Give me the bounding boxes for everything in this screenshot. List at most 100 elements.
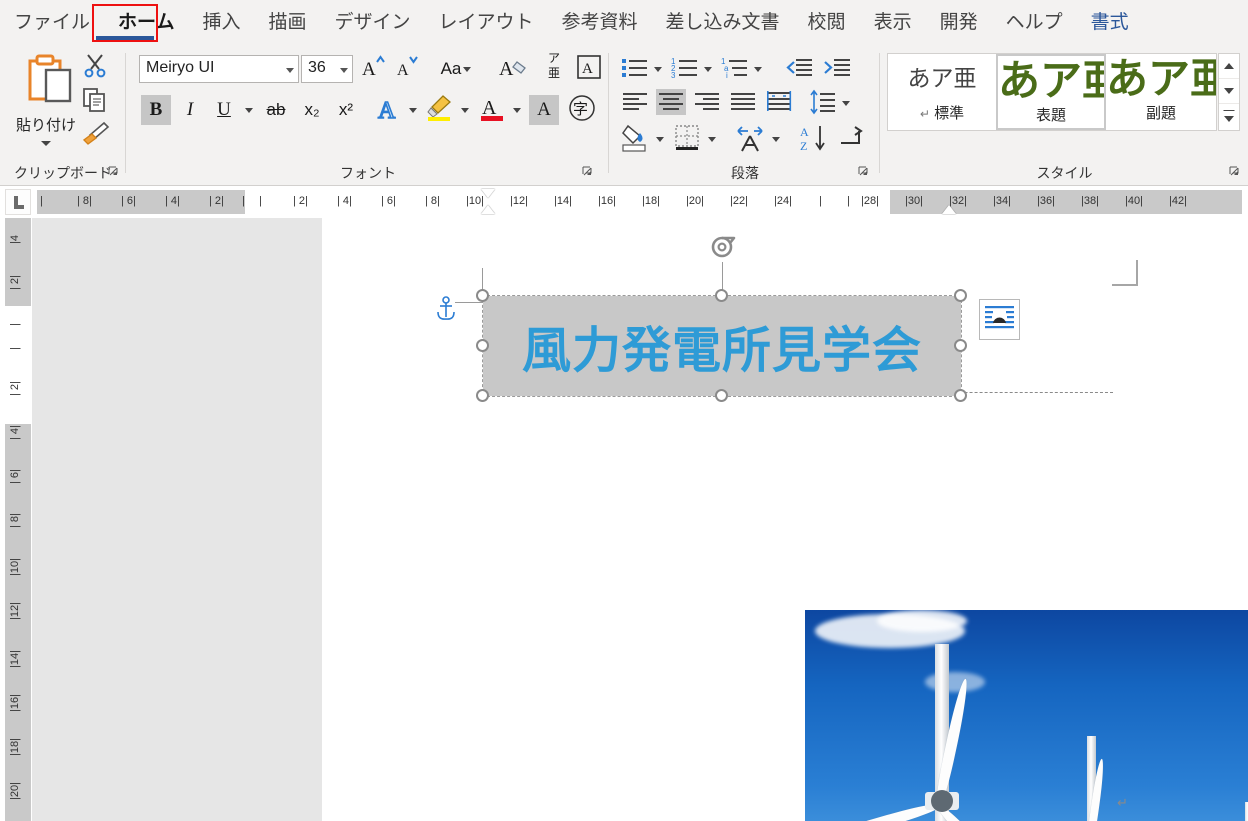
wordart-text[interactable]: 風力発電所見学会 xyxy=(483,296,961,396)
hanging-indent-marker[interactable] xyxy=(481,205,495,214)
align-left-button[interactable] xyxy=(620,89,650,115)
tab-draw[interactable]: 描画 xyxy=(254,0,320,45)
justify-button[interactable] xyxy=(728,89,758,115)
subscript-button[interactable]: x₂ xyxy=(297,95,327,125)
underline-button[interactable]: U xyxy=(209,95,239,125)
character-shading-button[interactable]: A xyxy=(529,95,559,125)
horizontal-ruler-track[interactable]: | | 8| | 6| | 4| | 2| | | | 2| | 4| | 6|… xyxy=(37,189,1242,214)
resize-handle-middle-left[interactable] xyxy=(476,339,489,352)
styles-more-button[interactable] xyxy=(1219,104,1239,129)
ribbon: 貼り付け クリップボード Meiryo UI 36 A A Aa A ア 亜 A… xyxy=(0,45,1248,228)
borders-caret[interactable] xyxy=(708,137,716,142)
grow-font-button[interactable]: A xyxy=(359,54,389,84)
font-color-button[interactable]: A xyxy=(477,93,507,123)
align-center-button[interactable] xyxy=(656,89,686,115)
style-item-title[interactable]: あア亜 表題 xyxy=(996,54,1106,130)
clear-formatting-button[interactable]: A xyxy=(497,54,533,84)
styles-dialog-launcher[interactable] xyxy=(1229,166,1243,180)
superscript-button[interactable]: x² xyxy=(331,95,361,125)
text-effects-button[interactable]: A xyxy=(375,95,405,125)
tab-review[interactable]: 校閲 xyxy=(794,0,860,45)
resize-handle-bottom-center[interactable] xyxy=(715,389,728,402)
paste-icon xyxy=(28,54,72,103)
grow-font-icon: A xyxy=(362,55,385,80)
bullets-button[interactable] xyxy=(620,55,650,81)
style-item-normal[interactable]: あア亜 ↵ 標準 xyxy=(888,54,996,130)
paste-dropdown-caret[interactable] xyxy=(41,141,51,146)
shading-caret[interactable] xyxy=(656,137,664,142)
first-line-indent-marker[interactable] xyxy=(481,189,495,198)
text-highlight-button[interactable] xyxy=(425,93,455,123)
bullets-caret[interactable] xyxy=(654,67,662,72)
tab-design[interactable]: デザイン xyxy=(320,0,424,45)
shrink-font-button[interactable]: A xyxy=(393,54,423,84)
font-size-caret[interactable] xyxy=(340,68,348,73)
format-painter-button[interactable] xyxy=(82,121,112,151)
clipboard-dialog-launcher[interactable] xyxy=(108,166,122,180)
strikethrough-button[interactable]: ab xyxy=(261,95,291,125)
wordart-selection-frame[interactable]: 風力発電所見学会 xyxy=(482,295,962,397)
resize-handle-middle-right[interactable] xyxy=(954,339,967,352)
right-indent-marker[interactable] xyxy=(942,205,956,214)
change-case-button[interactable]: Aa xyxy=(429,54,473,84)
multilevel-list-caret[interactable] xyxy=(754,67,762,72)
font-color-caret[interactable] xyxy=(513,108,521,113)
resize-handle-bottom-left[interactable] xyxy=(476,389,489,402)
shading-button[interactable] xyxy=(620,123,650,153)
asian-layout-button[interactable] xyxy=(734,123,764,153)
paste-button[interactable]: 貼り付け xyxy=(10,53,82,161)
resize-handle-bottom-right[interactable] xyxy=(954,389,967,402)
increase-indent-button[interactable] xyxy=(822,55,852,81)
text-highlight-caret[interactable] xyxy=(461,108,469,113)
tab-references[interactable]: 参考資料 xyxy=(548,0,652,45)
numbering-caret[interactable] xyxy=(704,67,712,72)
resize-handle-top-center[interactable] xyxy=(715,289,728,302)
italic-button[interactable]: I xyxy=(175,95,205,125)
styles-scroll-up-button[interactable] xyxy=(1219,54,1239,79)
paragraph-dialog-launcher[interactable] xyxy=(858,166,872,180)
decrease-indent-button[interactable] xyxy=(784,55,814,81)
cut-button[interactable] xyxy=(82,53,112,83)
character-border-button[interactable]: A xyxy=(573,54,605,84)
font-name-caret[interactable] xyxy=(286,68,294,73)
tab-insert[interactable]: 挿入 xyxy=(188,0,254,45)
font-dialog-launcher[interactable] xyxy=(582,166,596,180)
show-formatting-marks-button[interactable] xyxy=(838,123,868,153)
text-effects-caret[interactable] xyxy=(409,108,417,113)
underline-dropdown-caret[interactable] xyxy=(245,108,253,113)
font-name-combobox[interactable]: Meiryo UI xyxy=(139,55,299,83)
tab-layout[interactable]: レイアウト xyxy=(425,0,548,45)
numbering-button[interactable]: 1 2 3 xyxy=(670,55,700,81)
bold-button[interactable]: B xyxy=(141,95,171,125)
vertical-ruler[interactable]: |4 | 2| | | | 2| | 4| | 6| | 8| |10| |12… xyxy=(5,218,31,821)
document-image[interactable] xyxy=(805,610,1248,821)
align-right-button[interactable] xyxy=(692,89,722,115)
multilevel-list-button[interactable]: 1 a i xyxy=(720,55,750,81)
styles-scroll-down-button[interactable] xyxy=(1219,79,1239,104)
tab-help[interactable]: ヘルプ xyxy=(992,0,1077,45)
styles-gallery[interactable]: あア亜 ↵ 標準 あア亜 表題 あア亜 副題 xyxy=(887,53,1217,131)
line-spacing-caret[interactable] xyxy=(842,101,850,106)
line-spacing-button[interactable] xyxy=(808,89,838,115)
phonetic-guide-button[interactable]: ア 亜 xyxy=(539,51,569,81)
distribute-button[interactable] xyxy=(764,89,794,115)
enclose-character-button[interactable]: 字 xyxy=(567,93,597,123)
resize-handle-top-left[interactable] xyxy=(476,289,489,302)
horizontal-ruler[interactable]: | | 8| | 6| | 4| | 2| | | | 2| | 4| | 6|… xyxy=(0,187,1248,218)
tab-format[interactable]: 書式 xyxy=(1077,0,1143,45)
borders-button[interactable] xyxy=(672,123,702,153)
tab-developer[interactable]: 開発 xyxy=(926,0,992,45)
tab-mailings[interactable]: 差し込み文書 xyxy=(652,0,794,45)
tab-stop-selector[interactable] xyxy=(5,189,31,215)
tab-file[interactable]: ファイル xyxy=(0,0,104,45)
asian-layout-caret[interactable] xyxy=(772,137,780,142)
tab-view[interactable]: 表示 xyxy=(860,0,926,45)
copy-button[interactable] xyxy=(82,87,112,117)
font-size-combobox[interactable]: 36 xyxy=(301,55,353,83)
style-item-subtitle[interactable]: あア亜 副題 xyxy=(1106,54,1216,130)
rotate-handle[interactable] xyxy=(708,232,738,262)
sort-button[interactable]: A Z xyxy=(798,123,828,153)
resize-handle-top-right[interactable] xyxy=(954,289,967,302)
layout-options-button[interactable] xyxy=(979,299,1020,340)
style-preview-normal: あア亜 xyxy=(907,65,977,91)
